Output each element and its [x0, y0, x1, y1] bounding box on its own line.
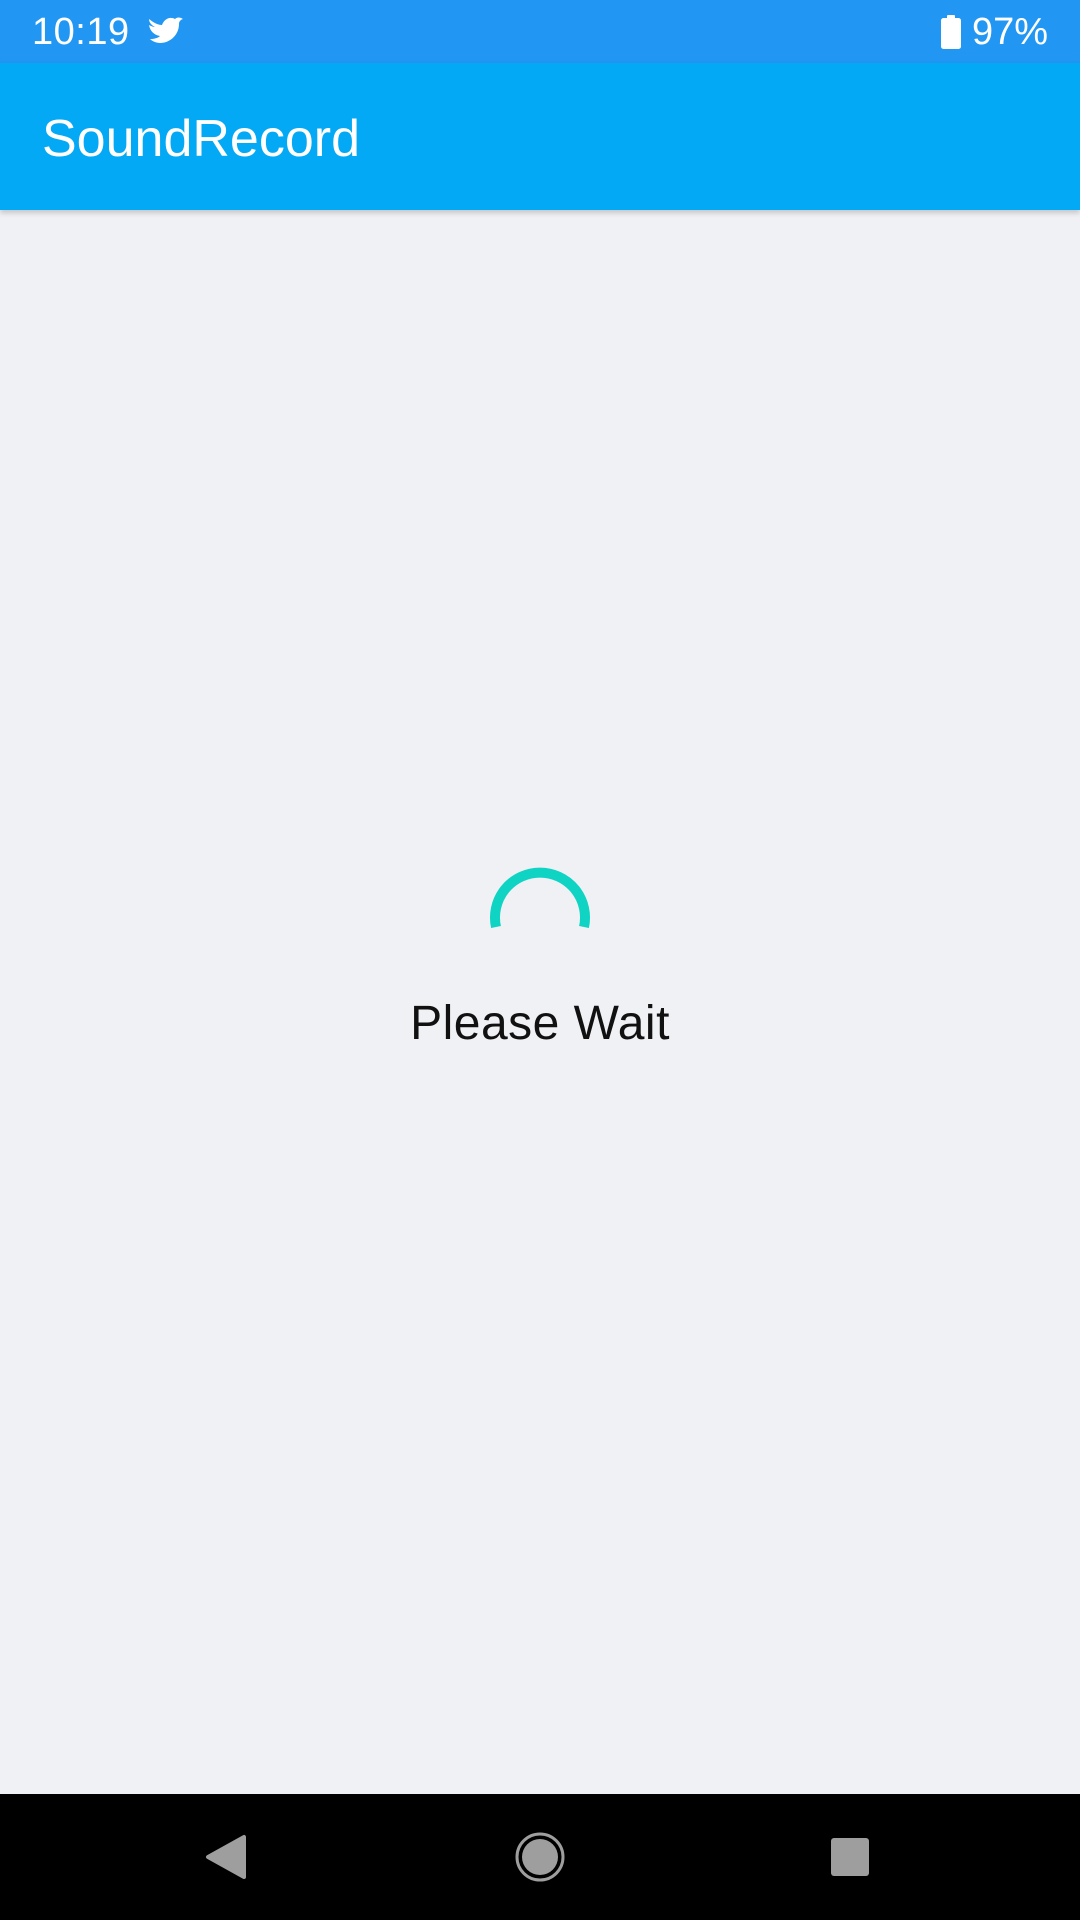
back-icon — [196, 1835, 256, 1891]
recents-button[interactable] — [820, 1827, 880, 1887]
please-wait-message: Please Wait — [410, 997, 670, 1050]
status-time: 10:19 — [32, 11, 130, 53]
recents-icon — [820, 1838, 880, 1891]
status-right: 97% — [940, 10, 1048, 54]
navigation-bar — [0, 1794, 1080, 1920]
back-button[interactable] — [196, 1827, 256, 1887]
bird-icon — [146, 13, 186, 49]
status-bar: 10:19 97% — [0, 0, 1080, 63]
screen: 10:19 97% SoundRecord Please Wait — [0, 0, 1080, 1920]
battery-level: 97% — [971, 11, 1048, 53]
battery-icon — [940, 15, 962, 49]
home-icon — [510, 1832, 570, 1891]
home-button[interactable] — [510, 1827, 570, 1887]
app-bar: SoundRecord — [0, 63, 1080, 210]
app-title: SoundRecord — [42, 110, 360, 168]
progress-spinner-icon — [485, 860, 595, 970]
